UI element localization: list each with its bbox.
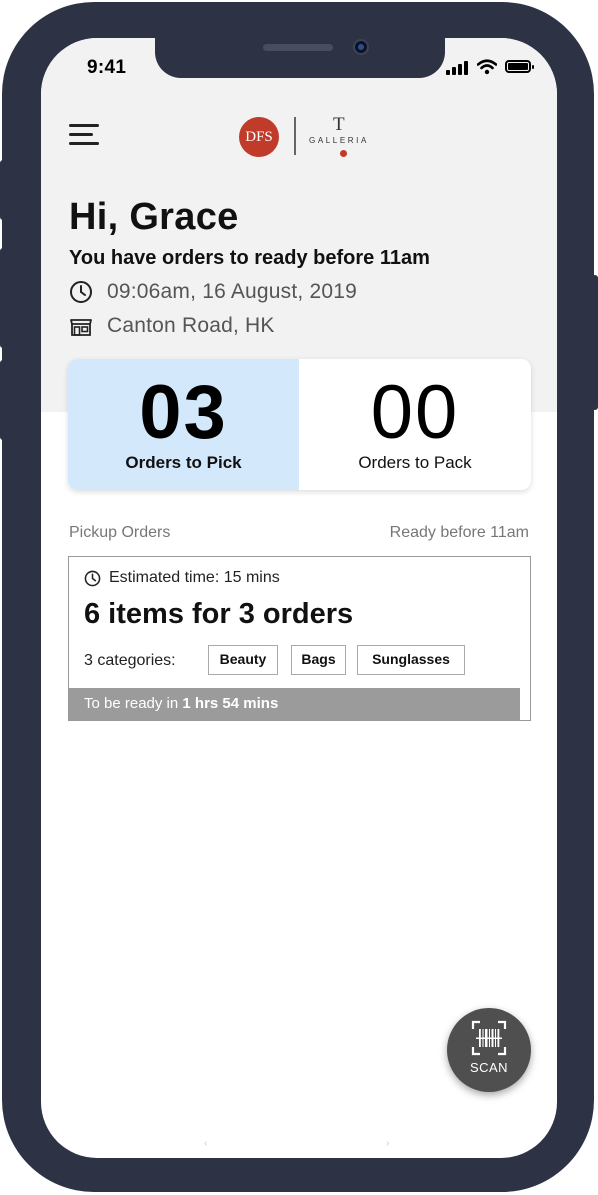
phone-power-button (592, 275, 598, 410)
location-text: Canton Road, HK (107, 314, 275, 337)
section-title: Pickup Orders (69, 524, 171, 541)
galleria-logo-mark: T (333, 114, 345, 135)
categories-label: 3 categories: (84, 652, 176, 669)
category-tag-bags[interactable]: Bags (291, 645, 346, 675)
pick-label: Orders to Pick (125, 453, 242, 472)
ready-prefix: To be ready in (84, 695, 183, 712)
pack-label: Orders to Pack (358, 453, 472, 472)
ready-countdown-bar: To be ready in 1 hrs 54 mins (69, 688, 520, 720)
dfs-logo: DFS (239, 117, 279, 157)
estimated-time-text: Estimated time: 15 mins (109, 569, 280, 586)
scan-label: SCAN (469, 1060, 509, 1075)
pack-count: 00 (370, 370, 460, 455)
phone-side-button (0, 160, 6, 220)
store-icon (70, 319, 92, 336)
category-tag-sunglasses[interactable]: Sunglasses (357, 645, 465, 675)
order-headline: 6 items for 3 orders (84, 598, 354, 630)
pickup-order-card[interactable]: Estimated time: 15 mins 6 items for 3 or… (68, 556, 531, 721)
cellular-signal-icon (446, 59, 472, 75)
phone-volume-down (0, 360, 6, 440)
pick-count: 03 (139, 370, 228, 455)
front-camera (355, 41, 367, 53)
orders-to-pick-tile[interactable]: 03 Orders to Pick (68, 359, 299, 490)
logo-divider (294, 117, 296, 155)
orders-subtitle: You have orders to ready before 11am (69, 247, 430, 269)
barcode-scan-icon (471, 1020, 507, 1056)
section-deadline: Ready before 11am (389, 524, 529, 541)
status-time: 9:41 (87, 57, 127, 78)
category-tag-beauty[interactable]: Beauty (208, 645, 278, 675)
logo-dot (340, 150, 347, 157)
phone-notch (155, 38, 445, 78)
battery-icon (505, 60, 534, 73)
speaker-grille (263, 44, 333, 51)
greeting: Hi, Grace (69, 196, 239, 238)
brand-logo: DFS T GALLERIA (239, 114, 379, 162)
galleria-logo-text: GALLERIA (309, 136, 369, 145)
ready-time: 1 hrs 54 mins (182, 695, 279, 712)
order-stats-card: 03 Orders to Pick 00 Orders to Pack (68, 359, 531, 490)
scan-button[interactable]: SCAN (447, 1008, 531, 1092)
menu-icon[interactable] (69, 124, 101, 148)
home-indicator-left: ‹ (204, 1138, 208, 1149)
clock-icon (84, 570, 101, 587)
datetime-text: 09:06am, 16 August, 2019 (107, 280, 357, 303)
clock-icon (70, 281, 92, 303)
app-screen: 9:41 DFS T GALLERIA Hi, Grace You have o… (41, 38, 557, 1158)
home-indicator-right: › (386, 1138, 390, 1149)
orders-to-pack-tile[interactable]: 00 Orders to Pack (299, 359, 531, 490)
phone-volume-up (0, 248, 6, 348)
wifi-icon (477, 59, 497, 75)
